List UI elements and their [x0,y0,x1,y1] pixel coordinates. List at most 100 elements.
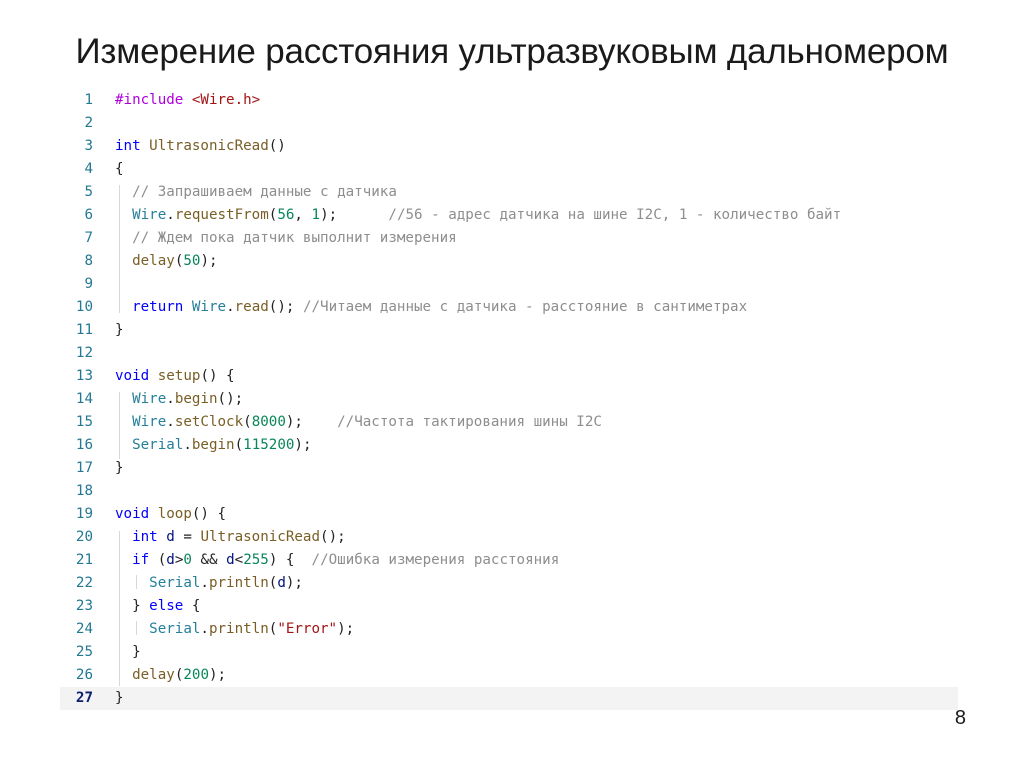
code-token: (); [217,391,244,407]
line-number: 14 [75,391,93,407]
code-token: UltrasonicRead [149,138,269,154]
line-number: 2 [84,115,93,131]
code-token: loop [157,506,192,522]
code-token: . [200,621,209,637]
code-line: 5 // Запрашиваем данные с датчика [60,181,958,204]
code-block: 1 #include <Wire.h> 2 3 int UltrasonicRead()… [60,89,958,710]
code-token: //Читаем данные с датчика - расстояние в… [302,299,748,315]
code-line: 21 if (d>0 && d<255) { //Ошибка измерени… [60,549,958,572]
code-token: Serial [149,621,201,637]
line-number: 6 [84,207,93,223]
code-token: // Ждем пока датчик выполнит измерения [132,230,457,246]
line-number: 20 [75,529,93,545]
code-token: <Wire.h> [191,92,261,108]
code-token: . [183,437,192,453]
line-number: 16 [75,437,93,453]
line-number: 27 [75,690,93,706]
code-token: 115200 [243,437,295,453]
code-token: 50 [183,253,201,269]
code-token: d [277,575,286,591]
code-line: 17} [60,457,958,480]
code-token: } [115,322,124,338]
code-token: = [174,529,201,545]
code-token: int [132,529,158,545]
code-token: . [166,207,175,223]
code-token: ); [200,253,218,269]
code-token: < [234,552,244,568]
slide-title: Измерение расстояния ультразвуковым даль… [75,32,949,71]
code-token: d [166,552,175,568]
line-number: 22 [75,575,93,591]
code-token: ( [149,552,167,568]
line-number: 25 [75,644,93,660]
code-token: ); [337,621,355,637]
code-token: () [268,138,286,154]
code-token: begin [191,437,235,453]
line-number: 18 [75,483,93,499]
code-line: 25 } [60,641,958,664]
line-number: 3 [84,138,93,154]
line-number: 23 [75,598,93,614]
line-number: 8 [84,253,93,269]
code-line: 23 } else { [60,595,958,618]
code-token: Wire [132,207,167,223]
code-token: { [183,598,201,614]
code-token: (); [320,529,346,545]
code-token: . [166,391,175,407]
code-token: Serial [132,437,184,453]
code-token: setClock [174,414,244,430]
line-number: 11 [75,322,93,338]
code-line: 13 void setup() { [60,365,958,388]
code-token: 200 [183,667,209,683]
code-token: ); [285,575,303,591]
code-token: 8000 [251,414,286,430]
code-token: ); [294,437,312,453]
code-line: 14 Wire.begin(); [60,388,958,411]
code-token: ); [285,414,338,430]
code-token: Wire [132,414,167,430]
code-token: { [115,161,124,177]
code-token: ( [243,414,252,430]
code-line: 9 [60,273,958,296]
code-token: read [234,299,269,315]
code-token: 255 [243,552,269,568]
code-token: int [115,138,141,154]
code-line: 27} [60,687,958,710]
code-token: begin [174,391,218,407]
line-number: 15 [75,414,93,430]
line-number: 13 [75,368,93,384]
code-line: 10 return Wire.read(); //Читаем данные с… [60,296,958,319]
code-token: setup [157,368,201,384]
line-number: 26 [75,667,93,683]
code-token: Serial [149,575,201,591]
code-line: 8 delay(50); [60,250,958,273]
code-token: (); [268,299,303,315]
code-token: else [149,598,184,614]
code-token: Wire [191,299,227,315]
code-token: ( [234,437,244,453]
code-token: . [226,299,235,315]
code-token: Wire [132,391,167,407]
line-number: 19 [75,506,93,522]
code-token: //Частота тактирования шины I2C [337,414,602,430]
code-token: #include [115,92,192,108]
code-token: void [115,506,150,522]
code-token: && [191,552,227,568]
code-token: //Ошибка измерения расстояния [311,552,560,568]
line-number: 9 [84,276,93,292]
code-line: 26 delay(200); [60,664,958,687]
code-line: 16 Serial.begin(115200); [60,434,958,457]
code-token: println [208,575,269,591]
